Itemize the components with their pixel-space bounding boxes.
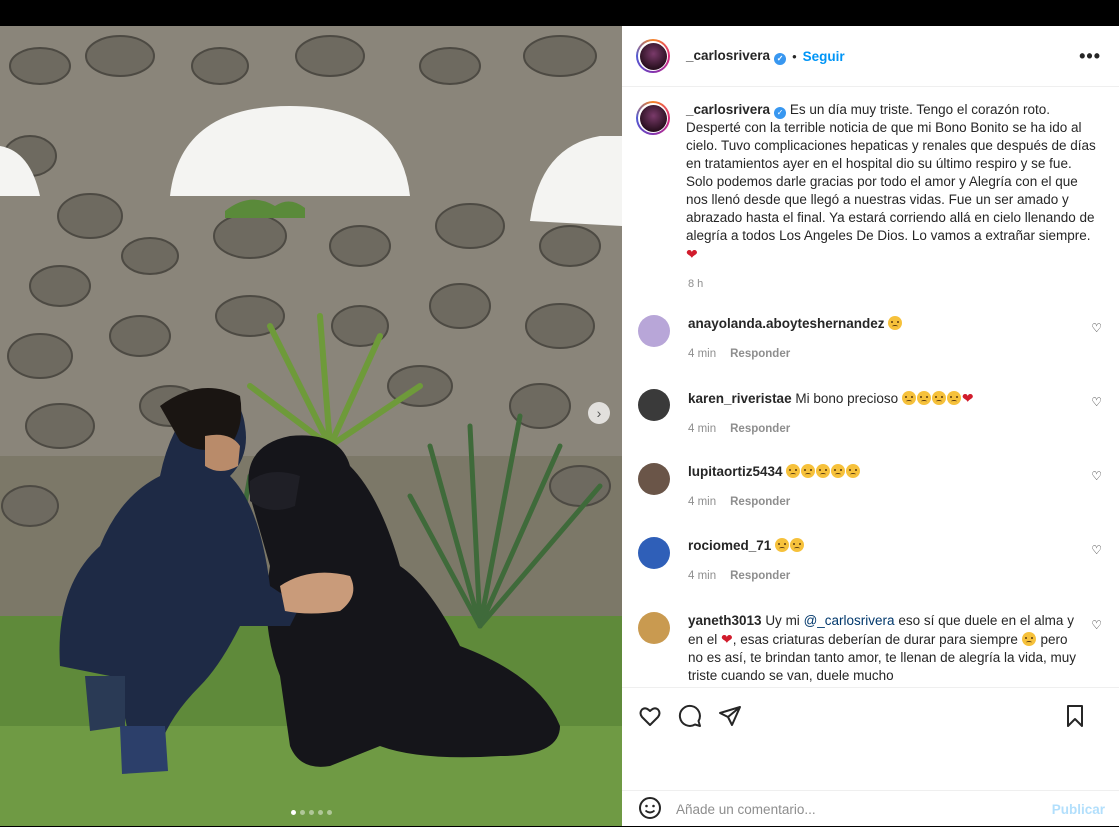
comment-username[interactable]: lupitaortiz5434 [688,464,783,479]
verified-icon: ✓ [774,52,787,65]
sad-face-icon [1021,632,1036,646]
like-comment-heart-icon[interactable]: ♡ [1091,618,1102,632]
bookmark-icon[interactable] [1063,704,1087,731]
caption-username[interactable]: _carlosrivera [686,102,770,117]
comment: rociomed_71 4 min Responder ♡ [638,537,1108,585]
add-comment-bar: Añade un comentario... Publicar [622,790,1119,827]
reply-button[interactable]: Responder [730,570,790,582]
carousel-dots [0,810,622,815]
mention-link[interactable]: @_carlosrivera [804,613,895,628]
avatar[interactable] [638,315,670,347]
share-icon[interactable] [718,704,742,731]
sad-face-icon [916,391,931,405]
reply-button[interactable]: Responder [730,348,790,360]
like-comment-heart-icon[interactable]: ♡ [1091,395,1102,409]
photo-image [0,26,622,826]
carousel-dot [299,810,305,815]
like-comment-heart-icon[interactable]: ♡ [1091,543,1102,557]
comment-time: 4 min [688,348,717,360]
post-modal: › _carlosrivera ✓ • Seguir ••• _carlosriv… [0,26,1119,826]
sad-face-icon [831,464,846,478]
sad-face-icon [775,538,790,552]
carousel-dot [317,810,323,815]
avatar[interactable] [638,537,670,569]
more-icon[interactable]: ••• [1079,46,1101,67]
emoji-icon[interactable] [638,796,662,823]
comment-time: 4 min [688,570,717,582]
comment-icon[interactable] [678,704,702,731]
post-sidebar: _carlosrivera ✓ • Seguir ••• _carlosriver… [622,26,1119,826]
sad-face-icon [901,391,916,405]
like-comment-heart-icon[interactable]: ♡ [1091,321,1102,335]
comment-input[interactable]: Añade un comentario... [676,802,816,817]
caption-body: Es un día muy triste. Tengo el corazón r… [686,102,1096,243]
broken-heart-icon: ❤ [686,246,698,262]
sad-face-icon [946,391,961,405]
sad-face-icon [786,464,801,478]
comment: yaneth3013 Uy mi @_carlosrivera eso sí q… [638,612,1108,685]
follow-button[interactable]: Seguir [803,49,845,64]
sad-face-icon [931,391,946,405]
avatar[interactable] [636,39,670,73]
comment-username[interactable]: yaneth3013 [688,613,762,628]
publish-button[interactable]: Publicar [1052,802,1105,817]
post-caption: _carlosrivera ✓ Es un día muy triste. Ten… [622,87,1119,264]
post-photo[interactable]: › [0,26,622,826]
reply-button[interactable]: Responder [730,496,790,508]
comment: karen_riveristae Mi bono precioso ❤ 4 mi… [638,389,1108,438]
header-username[interactable]: _carlosrivera ✓ [686,48,787,65]
comment-text: Uy mi [765,613,800,628]
post-header: _carlosrivera ✓ • Seguir ••• [622,26,1119,87]
comment-text: Mi bono precioso [795,391,899,406]
comment: lupitaortiz5434 4 min Responder ♡ [638,463,1108,511]
broken-heart-icon: ❤ [961,390,974,406]
comment-username[interactable]: karen_riveristae [688,391,792,406]
comments-list: _carlosrivera ✓ Es un día muy triste. Ten… [622,87,1119,687]
comment-username[interactable]: rociomed_71 [688,538,771,553]
next-arrow-icon[interactable]: › [588,402,610,424]
sad-face-icon [801,464,816,478]
carousel-dot [290,810,296,815]
verified-icon: ✓ [774,107,787,119]
heart-icon[interactable] [638,704,662,731]
caption-time: 8 h [688,278,704,290]
like-comment-heart-icon[interactable]: ♡ [1091,469,1102,483]
caption-text: _carlosrivera ✓ Es un día muy triste. Ten… [686,101,1096,264]
separator-bullet: • [792,48,797,64]
reply-button[interactable]: Responder [730,423,790,435]
red-heart-icon: ❤ [721,631,733,647]
sad-face-icon [846,464,861,478]
avatar[interactable] [636,101,670,135]
comment: anayolanda.aboyteshernandez 4 min Respond… [638,315,1108,363]
comment-text: , esas criaturas deberían de durar para … [732,632,1018,647]
avatar[interactable] [638,389,670,421]
sad-face-icon [888,316,903,330]
carousel-dot [326,810,332,815]
avatar[interactable] [638,463,670,495]
post-actions [622,687,1119,746]
carousel-dot [308,810,314,815]
sad-face-icon [790,538,805,552]
sad-face-icon [816,464,831,478]
avatar[interactable] [638,612,670,644]
comment-time: 4 min [688,496,717,508]
comment-time: 4 min [688,423,717,435]
comment-username[interactable]: anayolanda.aboyteshernandez [688,316,885,331]
